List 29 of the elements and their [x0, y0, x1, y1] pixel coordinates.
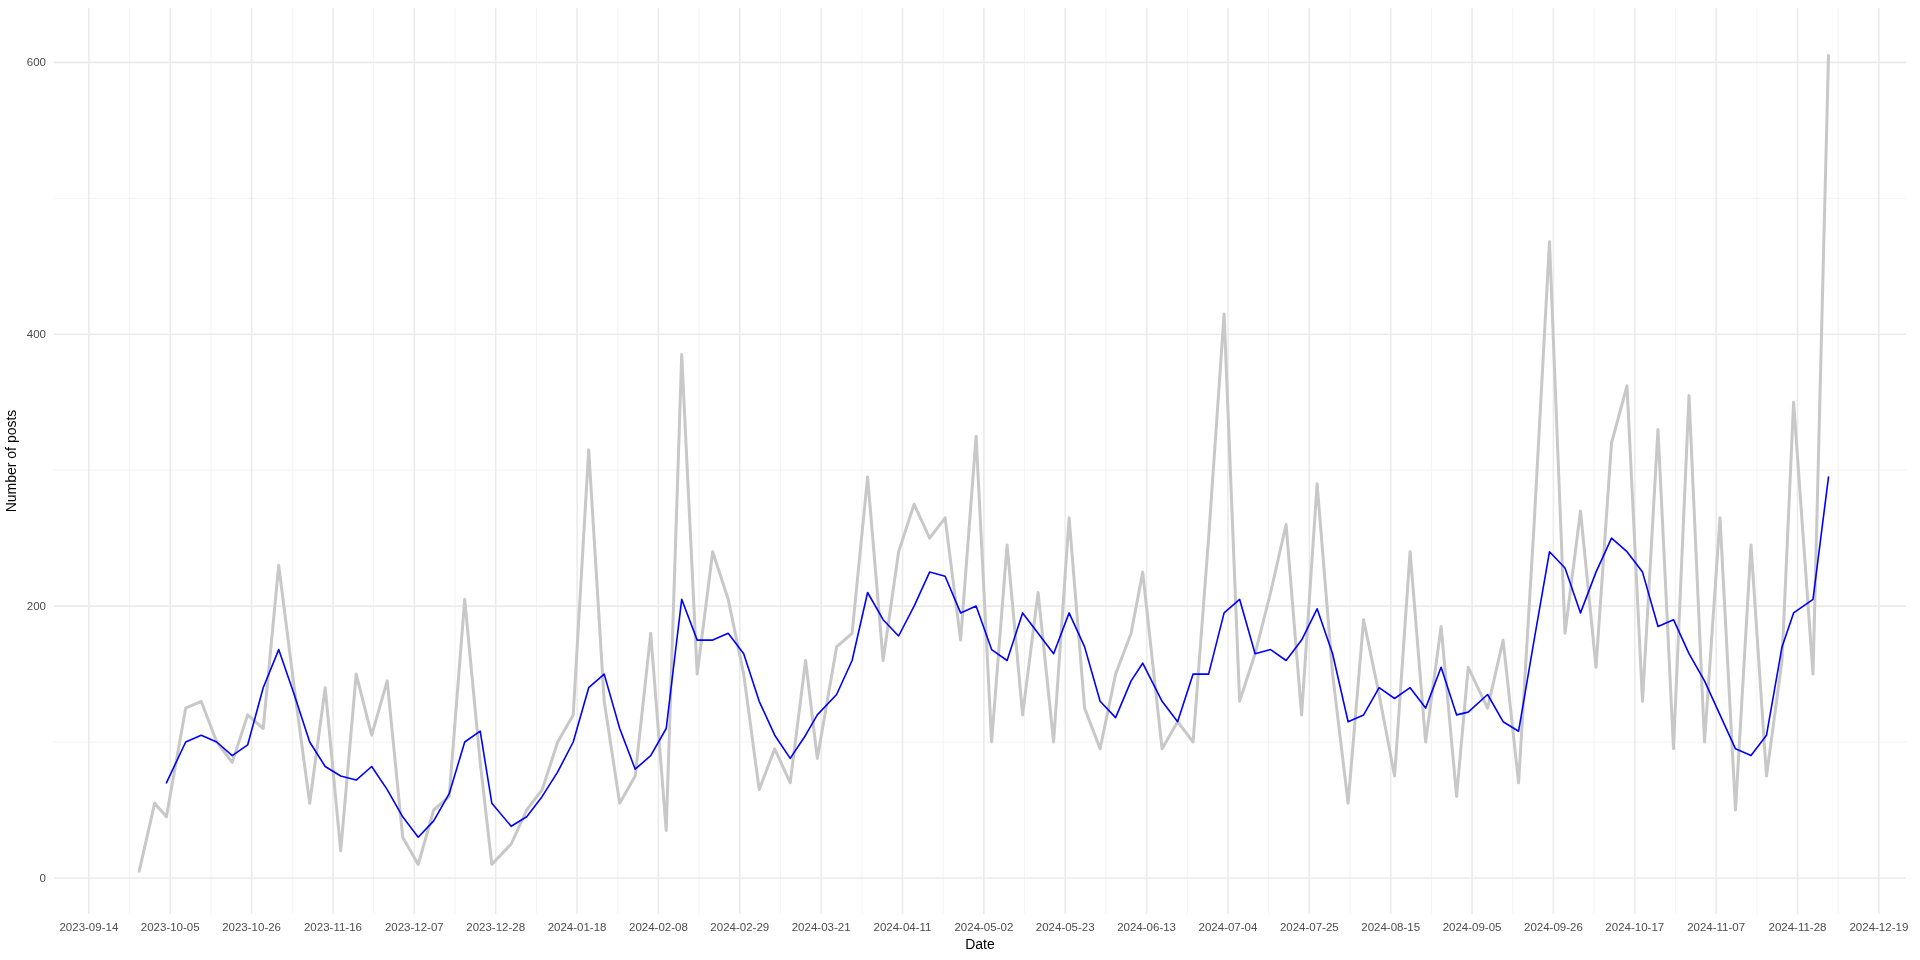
- x-tick-label: 2024-02-08: [629, 921, 688, 933]
- y-tick-label: 600: [26, 56, 46, 69]
- x-tick-label: 2024-08-15: [1361, 921, 1421, 933]
- x-tick-label: 2024-03-21: [791, 921, 851, 933]
- x-tick-label: 2023-10-26: [222, 921, 281, 933]
- y-tick-label: 400: [26, 328, 46, 341]
- x-tick-label: 2024-10-17: [1605, 921, 1665, 933]
- x-tick-label: 2023-11-16: [303, 921, 362, 933]
- y-tick-label: 200: [26, 600, 46, 613]
- x-tick-label: 2024-12-19: [1849, 921, 1909, 933]
- x-tick-label: 2024-09-05: [1442, 921, 1502, 933]
- x-tick-label: 2023-12-07: [384, 921, 444, 933]
- x-tick-label: 2023-12-28: [466, 921, 526, 933]
- x-tick-label: 2024-07-04: [1198, 921, 1258, 933]
- x-tick-label: 2024-09-26: [1524, 921, 1583, 933]
- x-tick-label: 2023-10-05: [140, 921, 200, 933]
- x-tick-label: 2024-11-07: [1687, 921, 1746, 933]
- x-tick-label: 2024-06-13: [1117, 921, 1176, 933]
- x-tick-label: 2024-04-11: [873, 921, 932, 933]
- x-tick-label: 2024-05-23: [1035, 921, 1095, 933]
- y-tick-label: 0: [39, 872, 46, 884]
- x-tick-label: 2024-05-02: [954, 921, 1014, 933]
- x-tick-label: 2024-01-18: [547, 921, 607, 933]
- y-axis-title: Number of posts: [3, 409, 19, 513]
- x-axis-title: Date: [965, 936, 995, 952]
- x-tick-label: 2024-02-29: [710, 921, 770, 933]
- x-tick-label: 2024-07-25: [1279, 921, 1339, 933]
- x-tick-label: 2024-11-28: [1768, 921, 1827, 933]
- x-tick-label: 2023-09-14: [59, 921, 119, 933]
